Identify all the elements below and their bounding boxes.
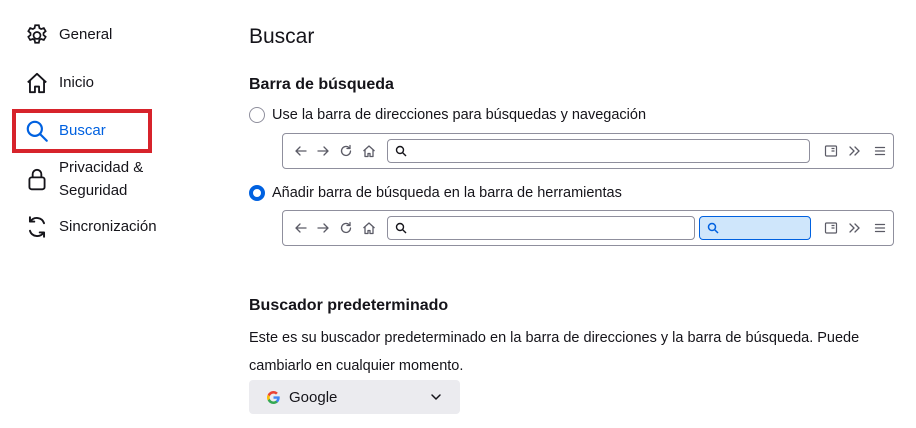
forward-arrow-icon [317,223,329,233]
sidebar-item-general[interactable]: General [24,22,112,48]
home-small-icon [363,145,375,158]
overflow-chevrons-icon [849,146,860,156]
lock-icon [28,168,46,191]
overflow-chevrons-icon [849,223,860,233]
page-title: Buscar [249,25,315,48]
chevron-down-icon [431,394,441,401]
sidebar-item-label-line2: Seguridad [59,182,128,199]
reader-view-icon [824,222,838,234]
radio-button-checked[interactable] [249,185,265,201]
home-icon [27,72,47,94]
search-small-icon [707,222,719,234]
toolbar-preview-with-search-bar [282,210,894,246]
radio-add-search-bar[interactable]: Añadir barra de búsqueda en la barra de … [249,185,622,201]
reader-view-icon [824,145,838,157]
reload-icon [340,221,352,234]
search-small-icon [395,222,407,234]
hamburger-menu-icon [874,146,886,156]
reload-icon [340,144,352,157]
hamburger-menu-icon [874,223,886,233]
home-small-icon [363,222,375,235]
toolbar-preview-address-only [282,133,894,169]
selected-engine-label: Google [289,388,338,406]
google-g-icon [267,390,280,404]
radio-use-address-bar[interactable]: Use la barra de direcciones para búsqued… [249,107,646,123]
default-engine-dropdown[interactable]: Google [249,380,460,414]
sidebar-item-sincronizacion[interactable]: Sincronización [24,214,157,240]
sidebar-item-label: General [59,26,113,43]
back-arrow-icon [295,146,307,156]
back-arrow-icon [295,223,307,233]
sidebar-item-label: Sincronización [59,218,157,235]
search-field-preview [699,216,811,240]
search-bar-heading: Barra de búsqueda [249,76,394,93]
default-engine-description: Este es su buscador predeterminado en la… [249,330,860,374]
radio-label: Añadir barra de búsqueda en la barra de … [272,185,622,201]
sidebar-item-label-line1: Privacidad & [59,159,144,176]
url-field-preview [387,216,695,240]
sidebar-item-privacidad[interactable]: Privacidad & Seguridad [24,156,143,202]
radio-button-unchecked[interactable] [249,107,265,123]
sidebar-item-label: Privacidad & Seguridad [59,156,143,202]
sidebar: General Inicio Buscar Privacidad & Segur… [0,0,215,428]
radio-label: Use la barra de direcciones para búsqued… [272,107,647,123]
forward-arrow-icon [317,146,329,156]
default-engine-heading: Buscador predeterminado [249,297,449,314]
gear-icon [27,24,47,44]
sync-icon [28,216,46,238]
selection-highlight-box [12,109,152,153]
sidebar-item-label: Inicio [59,74,95,91]
search-small-icon [395,145,407,157]
sidebar-item-inicio[interactable]: Inicio [24,70,94,96]
url-field-preview [387,139,810,163]
